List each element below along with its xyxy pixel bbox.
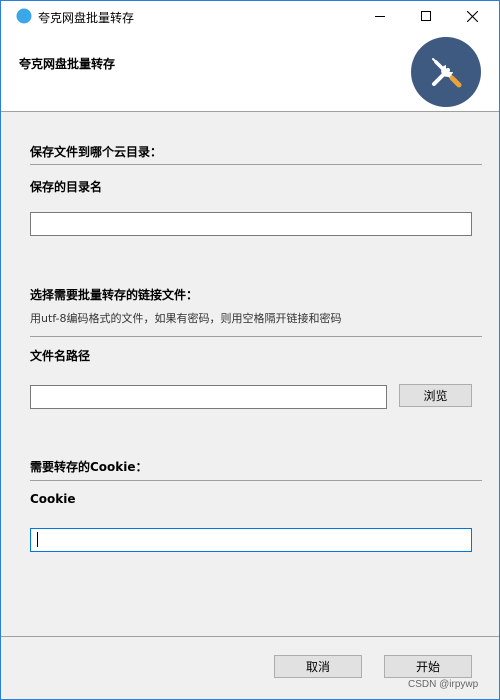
link-file-description: 用utf-8编码格式的文件，如果有密码，则用空格隔开链接和密码 (30, 312, 342, 325)
file-path-input[interactable] (30, 385, 387, 409)
minimize-icon (375, 16, 385, 17)
close-icon (466, 10, 478, 22)
link-file-section-title: 选择需要批量转存的链接文件： (30, 288, 199, 302)
cookie-section-title: 需要转存的Cookie： (30, 460, 148, 474)
divider (30, 480, 482, 481)
browse-button[interactable]: 浏览 (399, 384, 472, 407)
save-dir-label: 保存的目录名 (30, 180, 103, 194)
divider (30, 336, 482, 337)
text-caret (37, 532, 38, 547)
divider (30, 164, 482, 165)
app-logo-icon (16, 8, 32, 24)
header-banner: 夸克网盘批量转存 (1, 31, 499, 112)
close-button[interactable] (449, 1, 495, 31)
cookie-input[interactable] (30, 528, 472, 552)
maximize-button[interactable] (403, 1, 449, 31)
save-dir-input[interactable] (30, 212, 472, 236)
save-dir-section-title: 保存文件到哪个云目录： (30, 145, 163, 159)
tools-icon (411, 37, 481, 107)
window-title: 夸克网盘批量转存 (38, 11, 135, 25)
watermark-text: CSDN @irpywp (408, 679, 479, 690)
minimize-button[interactable] (357, 1, 403, 31)
start-button[interactable]: 开始 (384, 655, 472, 678)
banner-title: 夸克网盘批量转存 (19, 57, 116, 71)
cookie-label: Cookie (30, 492, 76, 506)
title-bar[interactable]: 夸克网盘批量转存 (1, 1, 499, 31)
cancel-button[interactable]: 取消 (274, 655, 362, 678)
app-window: 夸克网盘批量转存 夸克网盘批量转存 保存文件到哪个云目录： 保存的目录名 选择需… (0, 0, 500, 700)
maximize-icon (421, 11, 431, 21)
file-path-label: 文件名路径 (30, 349, 91, 363)
